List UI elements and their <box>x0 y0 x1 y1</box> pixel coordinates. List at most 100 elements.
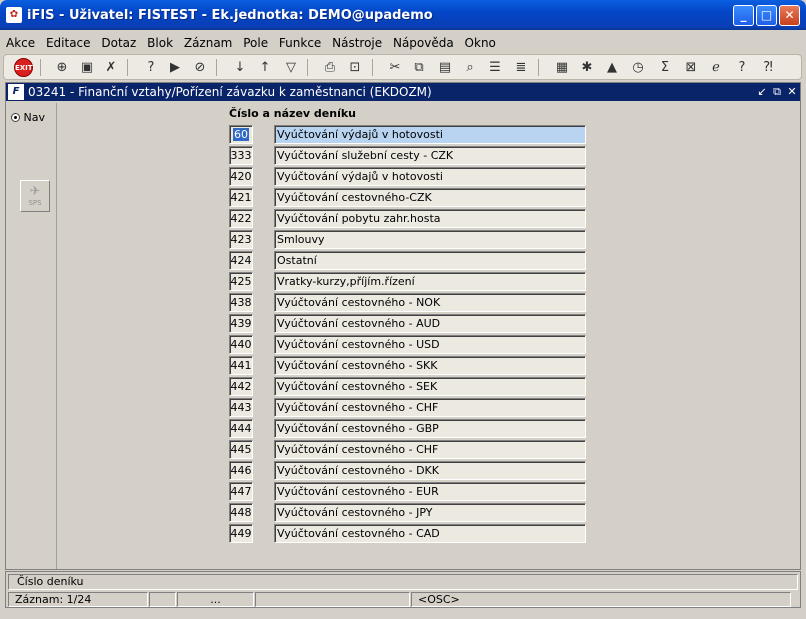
journal-number-field[interactable]: 424 <box>229 251 253 270</box>
calculator-icon[interactable]: ▦ <box>552 58 572 77</box>
form-titlebar: F 03241 - Finanční vztahy/Pořízení závaz… <box>6 83 800 101</box>
journal-number-field[interactable]: 438 <box>229 293 253 312</box>
journal-name-field[interactable]: Vyúčtování cestovného - CHF <box>274 440 586 459</box>
journal-number-field[interactable]: 439 <box>229 314 253 333</box>
journal-name-field[interactable]: Vyúčtování cestovného - AUD <box>274 314 586 333</box>
menu-akce[interactable]: Akce <box>3 34 38 52</box>
journal-name-field[interactable]: Vyúčtování výdajů v hotovosti <box>274 167 586 186</box>
menu-napoveda[interactable]: Nápověda <box>390 34 457 52</box>
journal-number-field[interactable]: 440 <box>229 335 253 354</box>
exit-button[interactable]: EXIT <box>14 58 33 77</box>
sort-asc-icon[interactable]: ↓ <box>230 58 250 77</box>
journal-number-field[interactable]: 443 <box>229 398 253 417</box>
menu-zaznam[interactable]: Záznam <box>181 34 236 52</box>
journal-name-field[interactable]: Smlouvy <box>274 230 586 249</box>
journal-number-field[interactable]: 425 <box>229 272 253 291</box>
list-values-icon[interactable]: ≣ <box>511 58 531 77</box>
journal-name-field[interactable]: Vyúčtování cestovného - CHF <box>274 398 586 417</box>
journal-name-field[interactable]: Vyúčtování cestovného - EUR <box>274 482 586 501</box>
journal-name-field[interactable]: Vratky-kurzy,příjím.řízení <box>274 272 586 291</box>
context-help-icon[interactable]: ⁈ <box>758 58 778 77</box>
table-row: 441 Vyúčtování cestovného - SKK <box>229 356 589 375</box>
help-icon[interactable]: ? <box>732 58 752 77</box>
execute-query-icon[interactable]: ▶ <box>165 58 185 77</box>
cancel-query-icon[interactable]: ⊘ <box>190 58 210 77</box>
delete-record-icon[interactable]: ✗ <box>101 58 121 77</box>
clock-icon[interactable]: ◷ <box>628 58 648 77</box>
journal-name-field[interactable]: Vyúčtování cestovného - CAD <box>274 524 586 543</box>
journal-number-field[interactable]: 441 <box>229 356 253 375</box>
save-icon[interactable]: ▣ <box>77 58 97 77</box>
cut-icon[interactable]: ✂ <box>385 58 405 77</box>
journal-number-field[interactable]: 422 <box>229 209 253 228</box>
table-row: 438 Vyúčtování cestovného - NOK <box>229 293 589 312</box>
journal-number-field[interactable]: 423 <box>229 230 253 249</box>
journal-number-field[interactable]: 333 <box>229 146 253 165</box>
menu-okno[interactable]: Okno <box>462 34 499 52</box>
journal-name-field[interactable]: Vyúčtování cestovného - NOK <box>274 293 586 312</box>
excel-icon[interactable]: ⊠ <box>681 58 701 77</box>
menu-dotaz[interactable]: Dotaz <box>98 34 139 52</box>
form-restore-icon[interactable]: ⧉ <box>771 83 783 101</box>
sps-button[interactable]: ✈ SPS <box>20 180 50 212</box>
sum-icon[interactable]: Σ <box>655 58 675 77</box>
menu-editace[interactable]: Editace <box>43 34 94 52</box>
menu-nastroje[interactable]: Nástroje <box>329 34 385 52</box>
close-button[interactable]: ✕ <box>779 5 800 26</box>
journal-name-field[interactable]: Vyúčtování cestovného - SKK <box>274 356 586 375</box>
journal-number-field[interactable]: 60 <box>229 125 253 144</box>
journal-number-value: 425 <box>230 275 252 288</box>
triangle-icon[interactable]: ▲ <box>602 58 622 77</box>
print-preview-icon[interactable]: ⊡ <box>345 58 365 77</box>
journal-number-field[interactable]: 448 <box>229 503 253 522</box>
journal-number-field[interactable]: 449 <box>229 524 253 543</box>
form-minimize-icon[interactable]: ↙ <box>756 83 768 101</box>
journal-name-field[interactable]: Vyúčtování výdajů v hotovosti <box>274 125 586 144</box>
journal-number-field[interactable]: 442 <box>229 377 253 396</box>
table-row: 424 Ostatní <box>229 251 589 270</box>
table-row: 423 Smlouvy <box>229 230 589 249</box>
journal-name-field[interactable]: Vyúčtování cestovného - JPY <box>274 503 586 522</box>
journal-name-field[interactable]: Vyúčtování cestovného - DKK <box>274 461 586 480</box>
menu-funkce[interactable]: Funkce <box>276 34 324 52</box>
minimize-button[interactable]: _ <box>733 5 754 26</box>
ie-icon[interactable]: ℯ <box>706 58 726 77</box>
journal-name-field[interactable]: Vyúčtování pobytu zahr.hosta <box>274 209 586 228</box>
journal-number-field[interactable]: 444 <box>229 419 253 438</box>
list-icon[interactable]: ☰ <box>485 58 505 77</box>
journal-number-field[interactable]: 421 <box>229 188 253 207</box>
filter-icon[interactable]: ▽ <box>281 58 301 77</box>
journal-name-field[interactable]: Vyúčtování cestovného - USD <box>274 335 586 354</box>
radio-selected-icon <box>11 113 20 122</box>
toolbar-separator <box>307 59 308 76</box>
journal-name-field[interactable]: Vyúčtování cestovného - GBP <box>274 419 586 438</box>
table-row: 439 Vyúčtování cestovného - AUD <box>229 314 589 333</box>
find-icon[interactable]: ⌕ <box>460 58 480 77</box>
journal-number-value: 446 <box>230 464 252 477</box>
sort-desc-icon[interactable]: ↑ <box>255 58 275 77</box>
enter-query-icon[interactable]: ? <box>141 58 161 77</box>
journal-number-field[interactable]: 420 <box>229 167 253 186</box>
journal-number-value: 447 <box>230 485 252 498</box>
journal-number-field[interactable]: 447 <box>229 482 253 501</box>
toolbar-separator <box>538 59 539 76</box>
journal-number-field[interactable]: 446 <box>229 461 253 480</box>
journal-number-field[interactable]: 445 <box>229 440 253 459</box>
insert-record-icon[interactable]: ⊕ <box>52 58 72 77</box>
nav-radio[interactable]: Nav <box>11 111 45 124</box>
maximize-button[interactable]: □ <box>756 5 777 26</box>
paste-icon[interactable]: ▤ <box>435 58 455 77</box>
print-icon[interactable]: ⎙ <box>320 58 340 77</box>
settings-icon[interactable]: ✱ <box>577 58 597 77</box>
journal-number-value: 333 <box>230 149 252 162</box>
copy-icon[interactable]: ⧉ <box>409 58 429 77</box>
toolbar: EXIT ⊕ ▣ ✗ ? ▶ ⊘ ↓ ↑ ▽ ⎙ ⊡ ✂ ⧉ ▤ ⌕ ☰ ≣ ▦… <box>3 54 802 80</box>
form-close-icon[interactable]: ✕ <box>786 83 798 101</box>
menu-blok[interactable]: Blok <box>144 34 176 52</box>
journal-name-field[interactable]: Vyúčtování cestovného - SEK <box>274 377 586 396</box>
status-segment-empty <box>255 592 410 607</box>
journal-name-field[interactable]: Vyúčtování cestovného-CZK <box>274 188 586 207</box>
journal-name-field[interactable]: Ostatní <box>274 251 586 270</box>
menu-pole[interactable]: Pole <box>240 34 271 52</box>
journal-name-field[interactable]: Vyúčtování služební cesty - CZK <box>274 146 586 165</box>
